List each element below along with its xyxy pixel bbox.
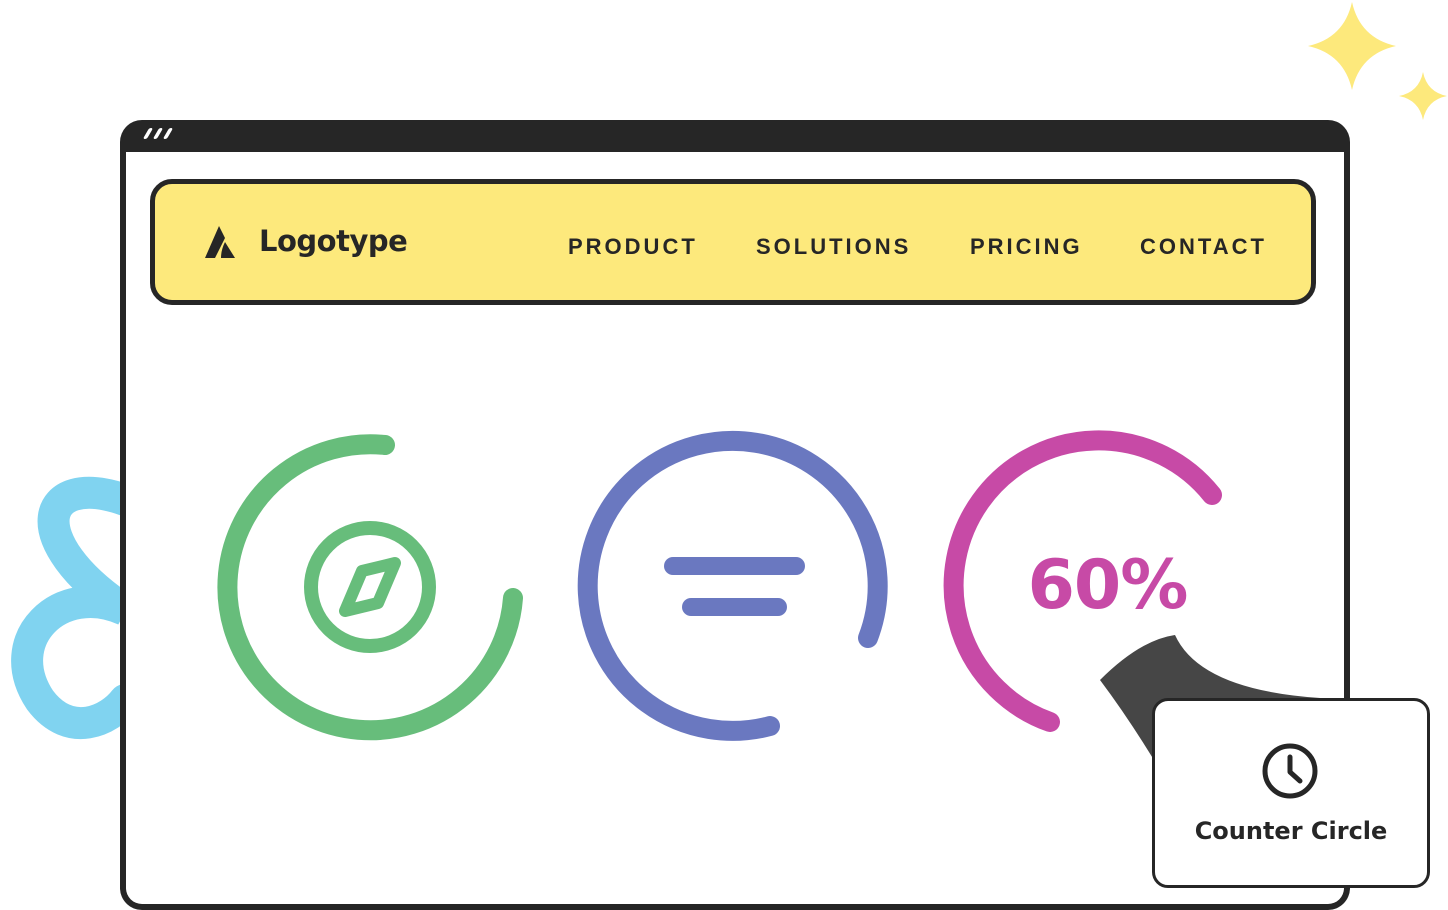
green-progress-arc [217, 434, 523, 741]
clock-icon [1262, 743, 1318, 799]
counter-percent-value: 60% [1027, 546, 1189, 625]
counter-circle-widget-card[interactable]: Counter Circle [1152, 698, 1430, 888]
counter-circle-blue [577, 430, 888, 741]
counter-circle-green [217, 434, 523, 741]
widget-label: Counter Circle [1194, 817, 1388, 845]
compass-icon [304, 521, 436, 653]
menu-lines-icon [664, 557, 805, 616]
blue-progress-arc [577, 430, 888, 741]
